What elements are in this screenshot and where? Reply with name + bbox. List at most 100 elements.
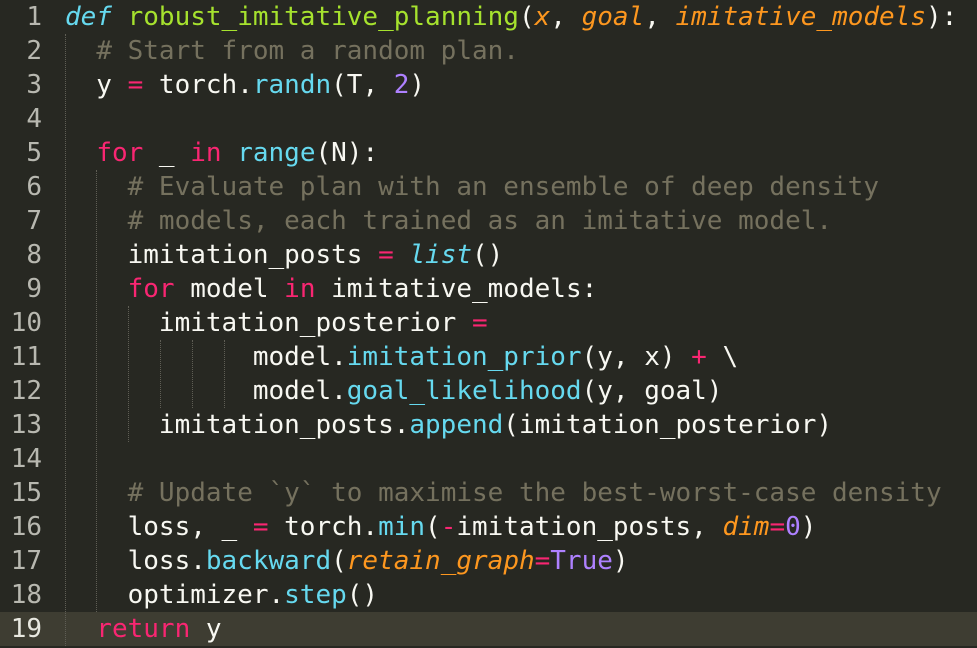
code-line[interactable]: 13 imitation_posts.append(imitation_post… xyxy=(0,408,977,442)
code-text: model. xyxy=(65,342,347,372)
line-number: 15 xyxy=(10,478,42,508)
code-line[interactable]: 3 y = torch.randn(T, 2) xyxy=(0,68,977,102)
code-text: ) xyxy=(800,512,817,542)
code-text: imitative_models: xyxy=(315,274,598,304)
code-text: \ xyxy=(706,342,739,372)
function-call: min xyxy=(378,512,426,542)
code-line[interactable]: 19 return y xyxy=(0,612,977,646)
code-editor[interactable]: 19 return y 18 optimizer.step() 17 loss.ba… xyxy=(0,0,977,648)
code-line[interactable]: 12 model.goal_likelihood(y, goal) xyxy=(0,374,977,408)
function-call: backward xyxy=(205,546,332,576)
code-text: imitation_posts xyxy=(65,240,379,270)
code-text: loss. xyxy=(65,546,206,576)
code-text: loss, _ xyxy=(65,512,253,542)
line-number: 19 xyxy=(10,614,42,644)
code-text: imitation_posts. xyxy=(65,410,410,440)
operator: = xyxy=(378,240,394,270)
parameter: x xyxy=(534,2,551,32)
keyword: for xyxy=(127,274,175,304)
code-line[interactable]: 6 # Evaluate plan with an ensemble of de… xyxy=(0,170,977,204)
function-call: range xyxy=(237,138,316,168)
code-line[interactable]: 4 xyxy=(0,102,977,136)
code-line[interactable]: 1 def robust_imitative_planning(x, goal, … xyxy=(0,0,977,34)
line-number: 13 xyxy=(10,410,42,440)
keyword-def: def xyxy=(65,2,112,32)
code-line[interactable]: 10 imitation_posterior = xyxy=(0,306,977,340)
line-number: 9 xyxy=(26,274,42,304)
code-text: y xyxy=(190,614,222,644)
keyword-argument: retain_graph xyxy=(346,546,535,576)
builtin: list xyxy=(409,240,473,270)
code-text: (imitation_posterior) xyxy=(503,410,833,440)
line-number: 4 xyxy=(26,104,42,134)
code-content: # models, each trained as an imitative m… xyxy=(65,204,832,238)
code-line[interactable]: 17 loss.backward(retain_graph=True) xyxy=(0,544,977,578)
number-literal: 0 xyxy=(785,512,801,542)
keyword: in xyxy=(190,138,222,168)
code-text: (N): xyxy=(315,138,379,168)
line-number: 1 xyxy=(26,2,42,32)
code-text: _ xyxy=(143,138,191,168)
code-text: y xyxy=(65,70,128,100)
code-line[interactable]: 14 xyxy=(0,442,977,476)
code-content: y = torch.randn(T, 2) xyxy=(65,68,425,102)
line-number: 18 xyxy=(10,580,42,610)
code-content: loss.backward(retain_graph=True) xyxy=(65,544,629,578)
comment: # Update `y` to maximise the best-worst-… xyxy=(127,478,942,508)
function-call: goal_likelihood xyxy=(346,376,582,406)
code-text: model. xyxy=(65,376,347,406)
code-content: imitation_posts.append(imitation_posteri… xyxy=(65,408,832,442)
code-text: (T, xyxy=(331,70,394,100)
code-line[interactable]: 15 # Update `y` to maximise the best-wor… xyxy=(0,476,977,510)
code-line[interactable]: 8 imitation_posts = list() xyxy=(0,238,977,272)
code-text: ): xyxy=(925,2,958,32)
code-text: ( xyxy=(518,2,535,32)
line-number: 16 xyxy=(10,512,42,542)
code-text: imitation_posts, xyxy=(456,512,723,542)
code-line[interactable]: 16 loss, _ = torch.min(-imitation_posts,… xyxy=(0,510,977,544)
code-line[interactable]: 5 for _ in range(N): xyxy=(0,136,977,170)
keyword: for xyxy=(96,138,144,168)
constant: True xyxy=(550,546,613,576)
line-number: 3 xyxy=(26,70,42,100)
code-content: return y xyxy=(65,612,222,646)
code-text: torch. xyxy=(268,512,379,542)
code-content: def robust_imitative_planning(x, goal, i… xyxy=(65,0,957,34)
line-number: 5 xyxy=(26,138,42,168)
operator: = xyxy=(127,70,144,100)
comment: # Start from a random plan. xyxy=(96,36,519,66)
function-call: step xyxy=(284,580,347,610)
code-text: ( xyxy=(425,512,441,542)
code-line[interactable]: 9 for model in imitative_models: xyxy=(0,272,977,306)
code-text: () xyxy=(346,580,379,610)
code-line[interactable]: 18 optimizer.step() xyxy=(0,578,977,612)
line-number: 2 xyxy=(26,36,42,66)
code-text: torch. xyxy=(143,70,253,100)
operator: - xyxy=(440,512,457,542)
operator: = xyxy=(252,512,269,542)
code-content: model.imitation_prior(y, x) + \ xyxy=(65,340,738,374)
code-line[interactable]: 7 # models, each trained as an imitative… xyxy=(0,204,977,238)
parameter: goal xyxy=(581,2,645,32)
line-number: 6 xyxy=(26,172,42,202)
line-number: 8 xyxy=(26,240,42,270)
code-text: , xyxy=(644,2,676,32)
code-content: loss, _ = torch.min(-imitation_posts, di… xyxy=(65,510,817,544)
code-line[interactable]: 11 model.imitation_prior(y, x) + \ xyxy=(0,340,977,374)
line-number: 11 xyxy=(10,342,42,372)
code-text: (y, goal) xyxy=(581,376,723,406)
function-call: randn xyxy=(252,70,332,100)
comment: # models, each trained as an imitative m… xyxy=(127,206,833,236)
code-content: # Evaluate plan with an ensemble of deep… xyxy=(65,170,879,204)
code-text: (y, x) xyxy=(581,342,692,372)
code-content: imitation_posts = list() xyxy=(65,238,504,272)
code-line[interactable]: 2 # Start from a random plan. xyxy=(0,34,977,68)
code-text: ( xyxy=(331,546,347,576)
